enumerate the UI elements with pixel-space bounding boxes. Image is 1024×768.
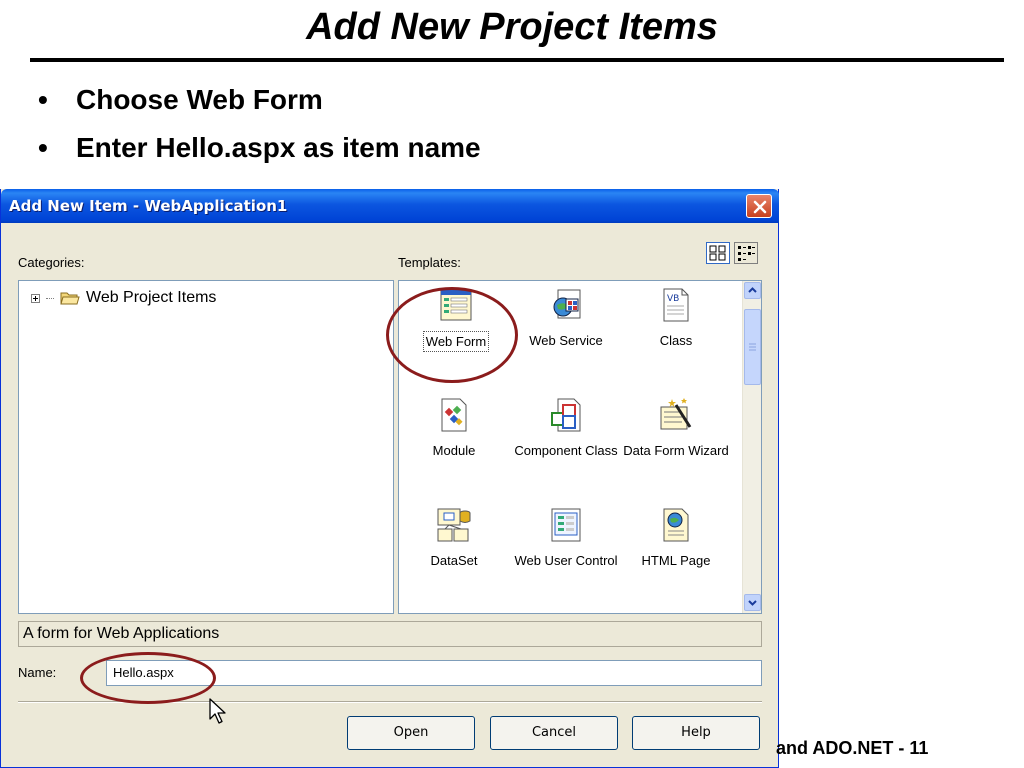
tree-item-web-project-items[interactable]: Web Project Items: [31, 289, 216, 307]
categories-tree[interactable]: Web Project Items: [18, 280, 394, 614]
template-label: Web Service: [529, 333, 603, 348]
templates-scrollbar[interactable]: [742, 281, 761, 613]
template-data-form-wizard[interactable]: Data Form Wizard: [621, 397, 731, 460]
name-field-highlight-ellipse: [80, 652, 216, 704]
scroll-up-button[interactable]: [744, 282, 761, 299]
chevron-down-icon: [748, 600, 757, 606]
web-form-highlight-ellipse: [386, 287, 518, 383]
template-component-class[interactable]: Component Class: [511, 397, 621, 460]
web-user-control-icon: [551, 508, 581, 542]
dialog-titlebar[interactable]: Add New Item - WebApplication1: [1, 189, 779, 223]
template-label: HTML Page: [641, 553, 711, 568]
template-label: DataSet: [430, 553, 478, 568]
template-label: Class: [659, 333, 693, 348]
template-module[interactable]: Module: [399, 397, 509, 460]
title-rule: [30, 58, 1004, 62]
grip-icon: [749, 343, 756, 351]
close-icon: [753, 200, 767, 214]
template-label: Component Class: [514, 443, 618, 458]
bullet-item: • Choose Web Form: [38, 82, 481, 130]
template-class[interactable]: VB Class: [621, 287, 731, 350]
bullet-text: Choose Web Form: [76, 84, 323, 115]
template-description: A form for Web Applications: [18, 621, 762, 647]
web-service-icon: [553, 289, 581, 319]
large-icons-icon: [709, 245, 726, 261]
scroll-thumb[interactable]: [744, 309, 761, 385]
scroll-down-button[interactable]: [744, 594, 761, 611]
folder-open-icon: [60, 292, 80, 305]
list-view-icon: [738, 246, 755, 261]
tree-connector: [46, 297, 54, 299]
template-label: Module: [432, 443, 476, 458]
module-icon: [441, 398, 467, 432]
templates-label: Templates:: [398, 255, 461, 270]
name-label: Name:: [18, 665, 57, 680]
template-label: Data Form Wizard: [623, 443, 729, 458]
slide-title: Add New Project Items: [306, 6, 718, 48]
template-web-service[interactable]: Web Service: [511, 287, 621, 350]
template-web-user-control[interactable]: Web User Control: [511, 507, 621, 570]
html-page-icon: [663, 508, 689, 542]
dialog-title: Add New Item - WebApplication1: [9, 197, 288, 215]
chevron-up-icon: [748, 287, 757, 293]
mouse-cursor-icon: [209, 698, 226, 724]
tree-item-label: Web Project Items: [86, 289, 217, 306]
small-icons-view-button[interactable]: [734, 242, 758, 264]
bullet-text: Enter Hello.aspx as item name: [76, 132, 481, 163]
expand-icon[interactable]: [31, 293, 40, 303]
bullet-list: • Choose Web Form • Enter Hello.aspx as it…: [38, 82, 481, 178]
cancel-button[interactable]: Cancel: [490, 716, 618, 750]
open-button[interactable]: Open: [347, 716, 475, 750]
categories-label: Categories:: [18, 255, 85, 270]
bullet-glyph: •: [38, 84, 48, 115]
large-icons-view-button[interactable]: [706, 242, 730, 264]
bullet-item: • Enter Hello.aspx as item name: [38, 130, 481, 178]
component-class-icon: [551, 398, 581, 432]
svg-text:VB: VB: [667, 294, 679, 304]
slide-footer: and ADO.NET - 11: [776, 738, 929, 758]
template-html-page[interactable]: HTML Page: [621, 507, 731, 570]
template-dataset[interactable]: DataSet: [399, 507, 509, 570]
dataset-icon: [437, 508, 471, 542]
bullet-glyph: •: [38, 132, 48, 163]
close-button[interactable]: [746, 194, 772, 218]
vb-class-icon: VB: [663, 288, 689, 322]
help-button[interactable]: Help: [632, 716, 760, 750]
data-form-wizard-icon: [660, 398, 692, 430]
template-label: Web User Control: [514, 553, 618, 568]
